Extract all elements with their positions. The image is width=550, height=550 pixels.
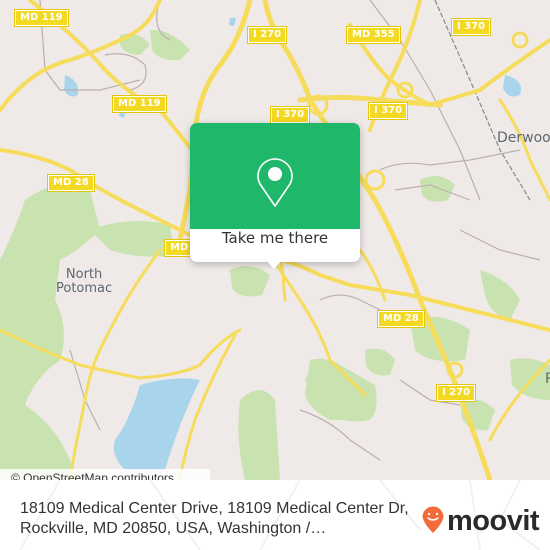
road-label-md28: MD 28 xyxy=(377,310,425,328)
popup-header xyxy=(190,123,360,229)
place-label-north-potomac: North Potomac xyxy=(56,267,113,296)
road-label-i370: I 370 xyxy=(367,102,409,120)
road-label-md355: MD 355 xyxy=(346,26,401,44)
map-attribution[interactable]: © OpenStreetMap contributors xyxy=(0,469,210,480)
place-label-partial: R xyxy=(545,371,550,387)
footer: 18109 Medical Center Drive, 18109 Medica… xyxy=(0,480,550,550)
popup-pointer xyxy=(267,261,281,269)
road-label-i370: I 370 xyxy=(450,18,492,36)
road-label-i370: I 370 xyxy=(269,106,311,124)
road-label-i270: I 270 xyxy=(435,384,477,402)
take-me-there-button[interactable]: Take me there xyxy=(190,229,360,262)
map[interactable]: MD 119 I 270 MD 355 I 370 MD 119 I 370 I… xyxy=(0,0,550,480)
road-label-md28: MD 28 xyxy=(47,174,95,192)
moovit-pin-icon xyxy=(421,504,445,538)
road-label-md119: MD 119 xyxy=(14,9,69,27)
moovit-wordmark: moovit xyxy=(447,505,540,537)
location-popup: Take me there xyxy=(190,123,360,269)
page: MD 119 I 270 MD 355 I 370 MD 119 I 370 I… xyxy=(0,0,550,550)
address-text: 18109 Medical Center Drive, 18109 Medica… xyxy=(20,500,409,537)
place-label-derwood: Derwood xyxy=(497,130,550,146)
road-label-md119: MD 119 xyxy=(112,95,167,113)
moovit-logo[interactable]: moovit xyxy=(421,504,540,538)
road-label-i270: I 270 xyxy=(246,26,288,44)
